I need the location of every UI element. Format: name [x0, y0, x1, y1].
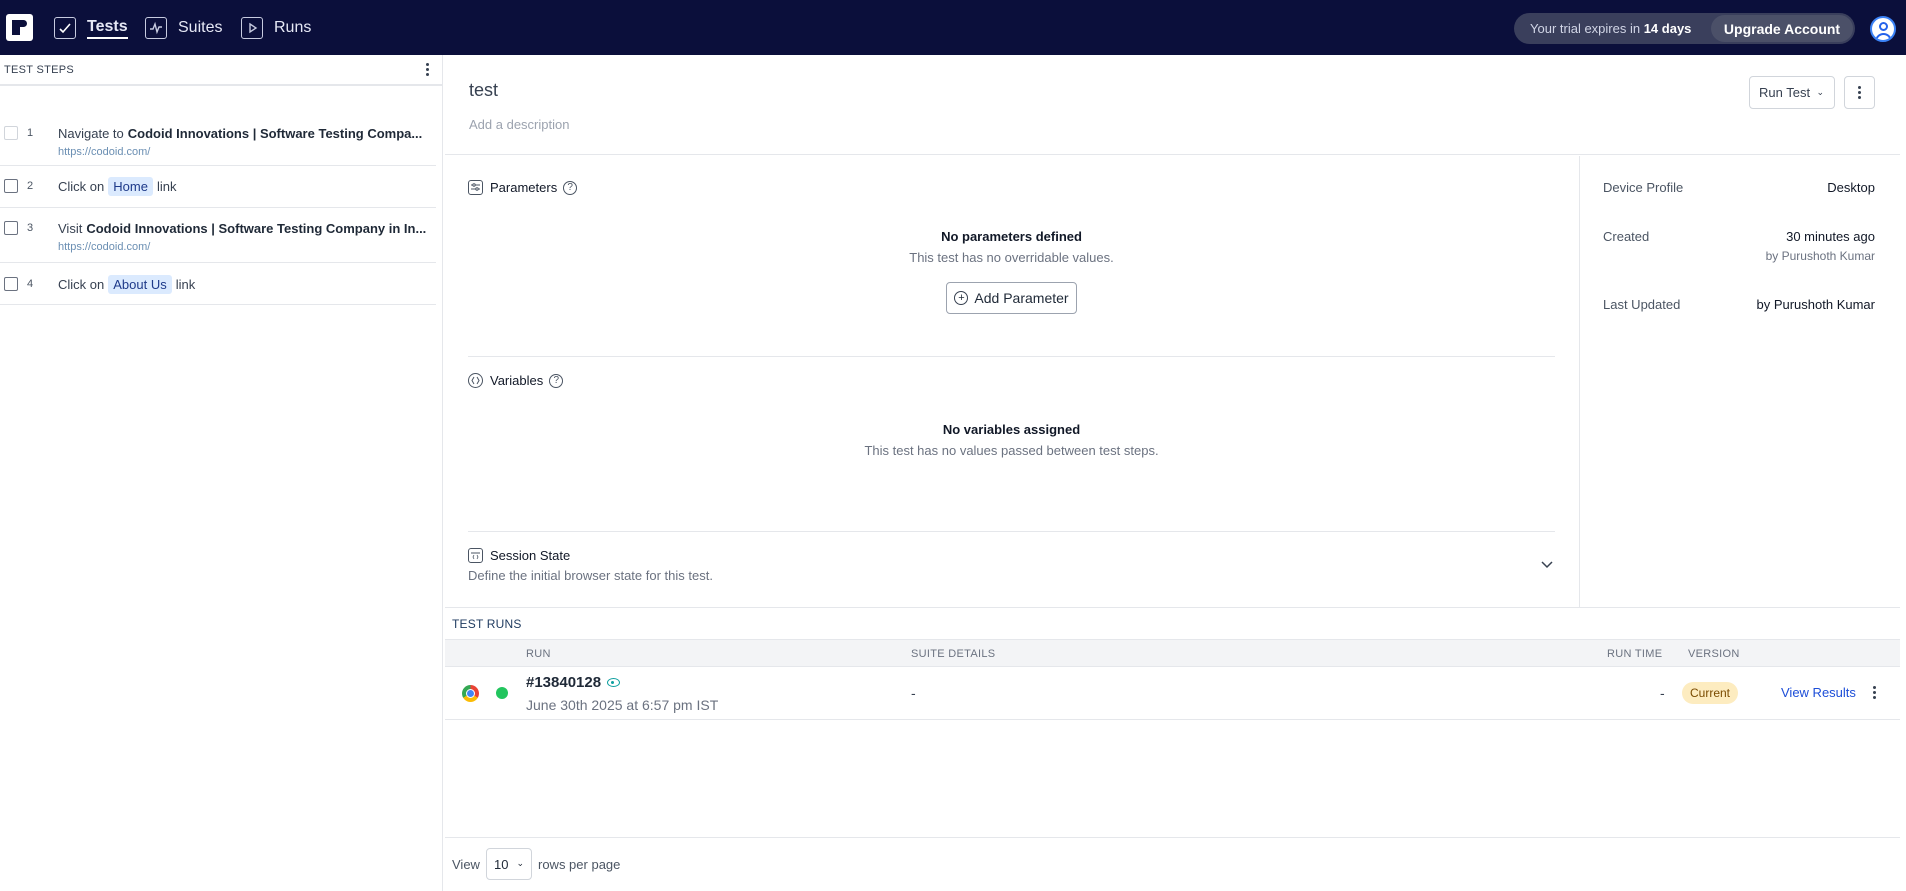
- pagination-footer: View 10 ⌄ rows per page: [445, 837, 1900, 891]
- run-time-value: -: [1660, 685, 1665, 701]
- test-title[interactable]: test: [469, 80, 498, 101]
- view-results-link[interactable]: View Results: [1781, 685, 1856, 700]
- variables-section-title: Variables ?: [468, 373, 564, 388]
- eye-icon[interactable]: [607, 678, 621, 687]
- column-version: VERSION: [1688, 648, 1740, 660]
- device-profile-value: Desktop: [1827, 180, 1875, 195]
- step-number: 2: [27, 180, 34, 192]
- created-label: Created: [1603, 229, 1650, 244]
- step-number: 1: [27, 127, 34, 139]
- test-steps-header: TEST STEPS: [0, 55, 442, 86]
- run-id-link[interactable]: #13840128: [526, 674, 621, 691]
- run-date: June 30th 2025 at 6:57 pm IST: [526, 697, 719, 713]
- version-badge: Current: [1682, 682, 1739, 704]
- user-avatar-icon[interactable]: [1870, 16, 1896, 42]
- created-value: 30 minutes ago: [1786, 229, 1875, 244]
- test-header: test Add a description Run Test ⌄: [445, 55, 1900, 155]
- parameters-section-title: Parameters ?: [468, 180, 578, 195]
- last-updated-label: Last Updated: [1603, 297, 1681, 312]
- element-chip: About Us: [108, 275, 172, 294]
- test-more-menu-button[interactable]: [1844, 76, 1875, 109]
- step-url[interactable]: https://codoid.com/: [58, 241, 150, 253]
- browser-code-icon: [468, 548, 483, 563]
- nav-tab-suites[interactable]: Suites: [145, 16, 222, 40]
- chrome-browser-icon: [462, 685, 479, 702]
- session-state-subtitle: Define the initial browser state for thi…: [468, 568, 713, 583]
- step-number: 3: [27, 222, 34, 234]
- meta-divider: [1579, 156, 1580, 607]
- trial-text: Your trial expires in 14 days: [1530, 21, 1692, 36]
- steps-menu-icon[interactable]: [424, 63, 430, 76]
- column-run-time: RUN TIME: [1607, 648, 1663, 660]
- created-by: by Purushoth Kumar: [1765, 249, 1875, 263]
- step-text: Visit Codoid Innovations | Software Testi…: [58, 221, 427, 236]
- tests-icon: [54, 17, 76, 39]
- app-logo[interactable]: [6, 14, 33, 41]
- step-text: Click on Home link: [58, 177, 177, 196]
- variables-empty-subtitle: This test has no values passed between t…: [864, 443, 1159, 458]
- nav-tab-label: Runs: [274, 19, 312, 36]
- nav-tab-tests[interactable]: Tests: [54, 16, 128, 40]
- suite-details-value: -: [911, 685, 916, 701]
- column-run: RUN: [526, 648, 551, 660]
- suites-icon: [145, 17, 167, 39]
- test-step-2[interactable]: 2 Click on Home link: [0, 166, 436, 208]
- parameters-empty-title: No parameters defined: [941, 229, 1082, 244]
- nav-tab-label: Suites: [178, 19, 223, 36]
- row-menu-icon[interactable]: [1871, 686, 1877, 699]
- runs-table-header: RUN SUITE DETAILS RUN TIME VERSION: [445, 639, 1900, 667]
- upgrade-account-button[interactable]: Upgrade Account: [1711, 15, 1853, 42]
- variables-empty-title: No variables assigned: [942, 422, 1081, 437]
- step-text: Click on About Us link: [58, 275, 196, 294]
- runs-icon: [241, 17, 263, 39]
- sliders-icon: [468, 180, 483, 195]
- section-divider: [468, 356, 1555, 357]
- test-step-3[interactable]: 3 Visit Codoid Innovations | Software Tes…: [0, 208, 436, 263]
- status-passed-icon: [496, 687, 508, 699]
- description-input[interactable]: Add a description: [469, 117, 569, 132]
- test-steps-title: TEST STEPS: [4, 63, 75, 76]
- test-steps-panel: TEST STEPS 1 Navigate to Codoid Innovatio…: [0, 55, 443, 891]
- trial-banner: Your trial expires in 14 days Upgrade Ac…: [1514, 13, 1855, 44]
- test-step-1[interactable]: 1 Navigate to Codoid Innovations | Softwa…: [0, 111, 436, 166]
- session-state-title[interactable]: Session State: [468, 548, 570, 563]
- step-checkbox[interactable]: [4, 179, 18, 193]
- test-step-4[interactable]: 4 Click on About Us link: [0, 263, 436, 305]
- nav-tab-label: Tests: [87, 18, 128, 39]
- rows-per-page-label: rows per page: [538, 857, 621, 872]
- help-icon[interactable]: ?: [549, 373, 564, 388]
- nav-tab-runs[interactable]: Runs: [241, 16, 311, 40]
- code-icon: [468, 373, 483, 388]
- device-profile-label: Device Profile: [1603, 180, 1684, 195]
- help-icon[interactable]: ?: [563, 180, 578, 195]
- add-parameter-button[interactable]: + Add Parameter: [946, 282, 1077, 314]
- view-label: View: [452, 857, 480, 872]
- last-updated-by: by Purushoth Kumar: [1756, 297, 1875, 312]
- step-number: 4: [27, 278, 34, 290]
- step-text: Navigate to Codoid Innovations | Software…: [58, 126, 423, 141]
- step-checkbox[interactable]: [4, 277, 18, 291]
- parameters-empty-subtitle: This test has no overridable values.: [909, 250, 1114, 265]
- step-url[interactable]: https://codoid.com/: [58, 146, 150, 158]
- run-test-button[interactable]: Run Test ⌄: [1749, 76, 1835, 109]
- column-suite-details: SUITE DETAILS: [911, 648, 996, 660]
- test-runs-header: TEST RUNS: [445, 607, 1900, 639]
- section-divider: [468, 531, 1555, 532]
- step-checkbox[interactable]: [4, 126, 18, 140]
- table-row[interactable]: #13840128 June 30th 2025 at 6:57 pm IST …: [445, 667, 1900, 720]
- chevron-down-icon: ⌄: [516, 858, 524, 868]
- plus-icon: +: [954, 291, 969, 305]
- step-checkbox[interactable]: [4, 221, 18, 235]
- chevron-down-icon[interactable]: [1540, 557, 1554, 571]
- chevron-down-icon: ⌄: [1816, 87, 1824, 97]
- rows-per-page-select[interactable]: 10 ⌄: [486, 848, 532, 880]
- top-navigation-bar: Tests Suites Runs Your trial expires in …: [0, 0, 1906, 55]
- kebab-icon: [1857, 86, 1863, 99]
- element-chip: Home: [108, 177, 153, 196]
